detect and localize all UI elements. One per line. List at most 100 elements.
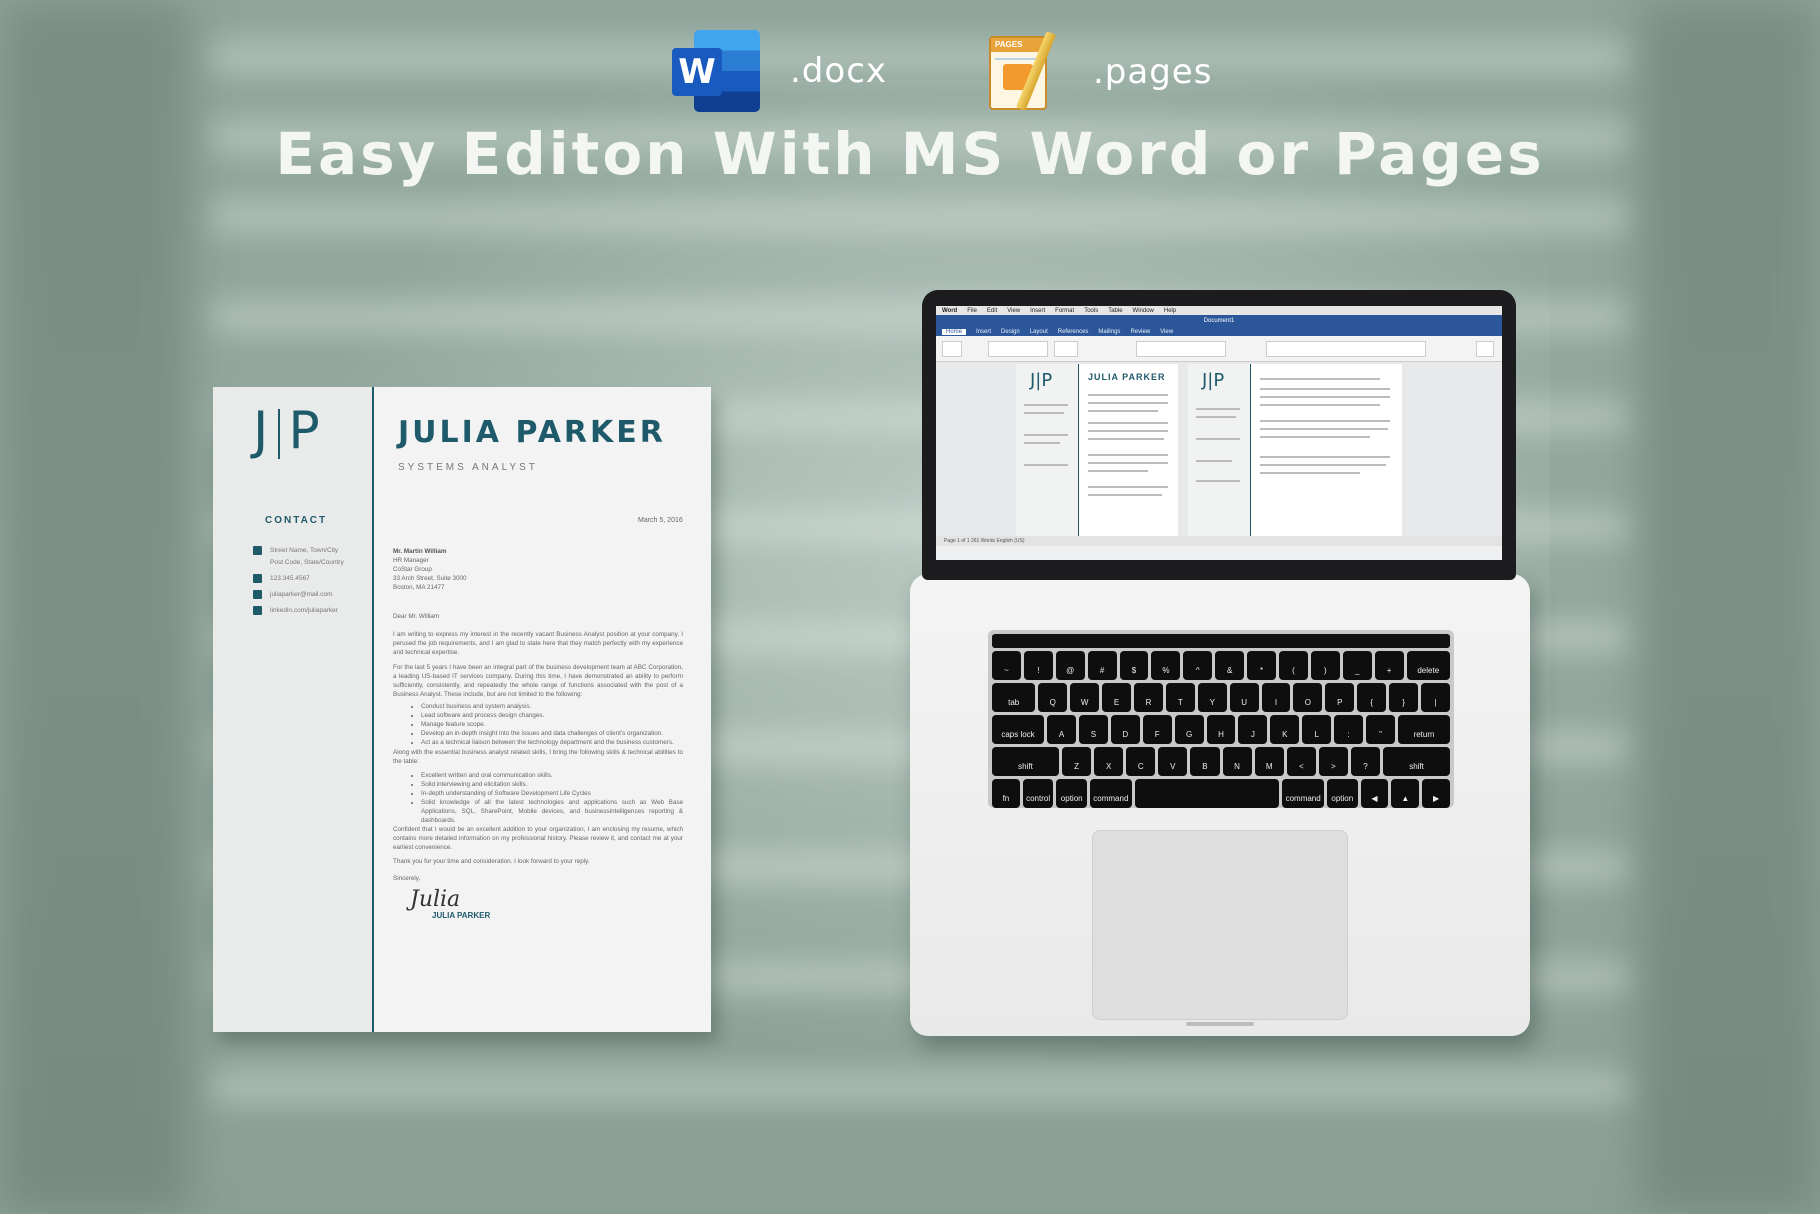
keyboard-key[interactable]: Q	[1038, 683, 1068, 712]
keyboard-key[interactable]: S	[1078, 715, 1108, 744]
keyboard-key[interactable]: X	[1094, 747, 1124, 776]
keyboard-key[interactable]: |	[1421, 683, 1450, 712]
keyboard-key[interactable]: command	[1090, 779, 1132, 808]
ribbon-tab[interactable]: Review	[1130, 329, 1150, 335]
menu-item[interactable]: Edit	[987, 308, 997, 314]
keyboard-key[interactable]: E	[1102, 683, 1132, 712]
menu-item[interactable]: Window	[1133, 308, 1154, 314]
keyboard-key[interactable]: T	[1165, 683, 1195, 712]
keyboard-key[interactable]: command	[1282, 779, 1324, 808]
keyboard-key[interactable]: $	[1119, 651, 1149, 680]
keyboard-key[interactable]: @	[1055, 651, 1085, 680]
keyboard-key[interactable]: D	[1110, 715, 1140, 744]
word-icon: W	[672, 30, 760, 112]
keyboard-key[interactable]: A	[1047, 715, 1076, 744]
ribbon-tab[interactable]: Insert	[976, 329, 991, 335]
keyboard-key[interactable]: B	[1190, 747, 1220, 776]
ribbon-tab[interactable]: References	[1058, 329, 1089, 335]
ribbon-tab[interactable]: Layout	[1030, 329, 1048, 335]
trackpad[interactable]	[1092, 830, 1348, 1020]
ribbon-tab[interactable]: Mailings	[1098, 329, 1120, 335]
list-item: Act as a technical liaison between the t…	[421, 738, 683, 747]
keyboard-key[interactable]: ▲	[1391, 779, 1420, 808]
ribbon-tab[interactable]: View	[1160, 329, 1173, 335]
menu-item[interactable]: Tools	[1084, 308, 1098, 314]
keyboard-key[interactable]: V	[1158, 747, 1188, 776]
keyboard-key[interactable]: ?	[1350, 747, 1381, 776]
keyboard-key[interactable]	[1134, 779, 1280, 808]
keyboard-key[interactable]: delete	[1406, 651, 1450, 680]
list-item: Manage feature scope.	[421, 720, 683, 729]
menu-item[interactable]: Format	[1055, 308, 1074, 314]
keyboard-key[interactable]: ▶	[1422, 779, 1451, 808]
keyboard-key[interactable]: U	[1229, 683, 1259, 712]
keyboard-key[interactable]: caps lock	[992, 715, 1045, 744]
menu-item[interactable]: Table	[1108, 308, 1122, 314]
keyboard-key[interactable]: ~	[992, 651, 1021, 680]
keyboard-key[interactable]: control	[1022, 779, 1054, 808]
menu-item[interactable]: Word	[942, 308, 957, 314]
touch-bar	[992, 634, 1450, 648]
keyboard-key[interactable]: option	[1056, 779, 1087, 808]
keyboard-key[interactable]: tab	[992, 683, 1036, 712]
keyboard-key[interactable]: "	[1366, 715, 1395, 744]
keyboard-key[interactable]: L	[1302, 715, 1332, 744]
keyboard-key[interactable]: N	[1222, 747, 1252, 776]
menu-item[interactable]: File	[967, 308, 977, 314]
menu-item[interactable]: View	[1007, 308, 1020, 314]
paragraph-5: Thank you for your time and consideratio…	[393, 858, 590, 865]
keyboard-key[interactable]: +	[1374, 651, 1404, 680]
ribbon-tab[interactable]: Home	[942, 328, 967, 335]
keyboard-key[interactable]: option	[1327, 779, 1358, 808]
keyboard-key[interactable]: ◀	[1360, 779, 1389, 808]
keyboard-key[interactable]: !	[1023, 651, 1053, 680]
signature-name: JULIA PARKER	[432, 911, 491, 920]
keyboard-key[interactable]: <	[1286, 747, 1316, 776]
keyboard-key[interactable]: K	[1270, 715, 1300, 744]
phone-icon	[253, 573, 262, 583]
keyboard-key[interactable]: *	[1247, 651, 1277, 680]
keyboard-key[interactable]: Z	[1061, 747, 1092, 776]
keyboard-key[interactable]: >	[1318, 747, 1348, 776]
keyboard-key[interactable]: {	[1357, 683, 1387, 712]
keyboard-key[interactable]: P	[1325, 683, 1355, 712]
ribbon	[936, 336, 1502, 362]
keyboard-key[interactable]: #	[1087, 651, 1117, 680]
list-item: Develop an in-depth insight into the iss…	[421, 729, 683, 738]
document-page: J|P JULIA PARKER	[1016, 364, 1178, 546]
keyboard-key[interactable]: W	[1070, 683, 1100, 712]
list-item: Lead software and process design changes…	[421, 711, 683, 720]
ribbon-tab[interactable]: Design	[1001, 329, 1020, 335]
keyboard-key[interactable]: J	[1238, 715, 1268, 744]
keyboard-key[interactable]: I	[1261, 683, 1291, 712]
keyboard-key[interactable]: M	[1254, 747, 1284, 776]
list-item: In-depth understanding of Software Devel…	[421, 789, 683, 798]
keyboard-key[interactable]: H	[1206, 715, 1236, 744]
keyboard-key[interactable]: )	[1310, 651, 1340, 680]
signature: Julia	[410, 887, 461, 912]
keyboard-key[interactable]: shift	[992, 747, 1059, 776]
keyboard-key[interactable]: :	[1334, 715, 1364, 744]
keyboard-key[interactable]: _	[1342, 651, 1372, 680]
keyboard-key[interactable]: &	[1215, 651, 1245, 680]
menu-item[interactable]: Insert	[1030, 308, 1045, 314]
letter-sidebar	[213, 387, 372, 1032]
keyboard-key[interactable]: F	[1142, 715, 1172, 744]
document-page: J|P	[1188, 364, 1402, 546]
keyboard-key[interactable]: (	[1279, 651, 1308, 680]
keyboard-key[interactable]: G	[1174, 715, 1204, 744]
keyboard-key[interactable]: R	[1134, 683, 1163, 712]
keyboard-key[interactable]: Y	[1197, 683, 1227, 712]
list-item: Solid knowledge of all the latest techno…	[421, 798, 683, 825]
keyboard-key[interactable]: O	[1293, 683, 1323, 712]
mac-menubar: Word File Edit View Insert Format Tools Table Wi…	[936, 306, 1502, 315]
keyboard-key[interactable]: return	[1398, 715, 1451, 744]
keyboard-key[interactable]: C	[1126, 747, 1156, 776]
keyboard-key[interactable]: shift	[1383, 747, 1450, 776]
keyboard-key[interactable]: %	[1151, 651, 1181, 680]
keyboard-key[interactable]: fn	[992, 779, 1020, 808]
menu-item[interactable]: Help	[1164, 308, 1176, 314]
keyboard-key[interactable]: }	[1389, 683, 1419, 712]
window-light-stripe	[210, 40, 1630, 74]
keyboard-key[interactable]: ^	[1183, 651, 1213, 680]
